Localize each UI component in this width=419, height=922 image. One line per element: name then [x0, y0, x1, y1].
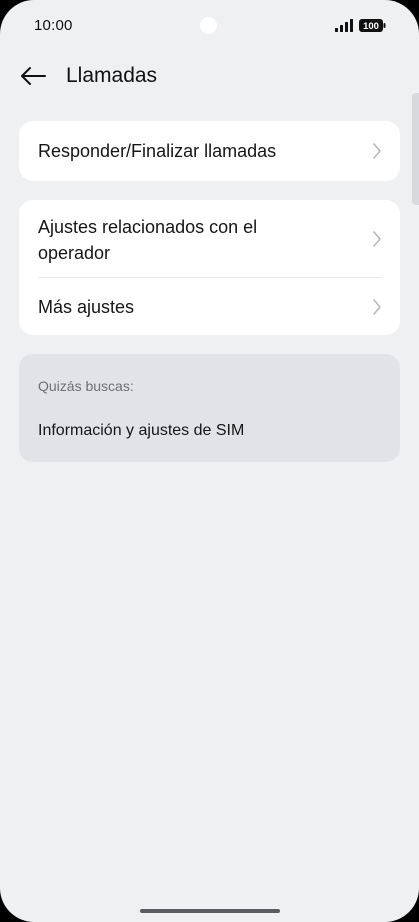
home-indicator[interactable] — [140, 909, 280, 913]
list-item-label: Responder/Finalizar llamadas — [38, 141, 277, 161]
list-item-answer-end-calls[interactable]: Responder/Finalizar llamadas — [19, 121, 400, 181]
status-time: 10:00 — [34, 17, 73, 34]
suggestions-label: Quizás buscas: — [38, 378, 134, 394]
list-item-label: Ajustes relacionados con el operador — [38, 217, 258, 263]
chevron-right-icon — [372, 142, 382, 165]
scrollbar[interactable] — [412, 93, 419, 205]
back-arrow-icon — [20, 66, 46, 91]
list-item-more-settings[interactable]: Más ajustes — [19, 278, 400, 335]
suggestion-sim-settings[interactable]: Información y ajustes de SIM — [38, 422, 244, 440]
page-title: Llamadas — [66, 64, 158, 87]
front-camera — [200, 17, 217, 34]
suggestions-card: Quizás buscas: Información y ajustes de … — [19, 354, 400, 462]
status-bar: 10:00 100 — [0, 0, 419, 52]
app-header: Llamadas — [0, 56, 419, 100]
chevron-right-icon — [372, 230, 382, 253]
list-item-operator-settings[interactable]: Ajustes relacionados con el operador — [19, 200, 400, 278]
battery-icon: 100 — [359, 19, 386, 37]
chevron-right-icon — [372, 298, 382, 321]
phone-screen: 10:00 100 Llamadas Responder/Finalizar l… — [0, 0, 419, 922]
settings-card-answer: Responder/Finalizar llamadas — [19, 121, 400, 181]
list-item-label: Más ajustes — [38, 296, 135, 317]
signal-icon — [335, 19, 353, 37]
settings-card-operator: Ajustes relacionados con el operador Más… — [19, 200, 400, 335]
battery-level: 100 — [363, 21, 379, 32]
back-button[interactable] — [18, 64, 48, 92]
